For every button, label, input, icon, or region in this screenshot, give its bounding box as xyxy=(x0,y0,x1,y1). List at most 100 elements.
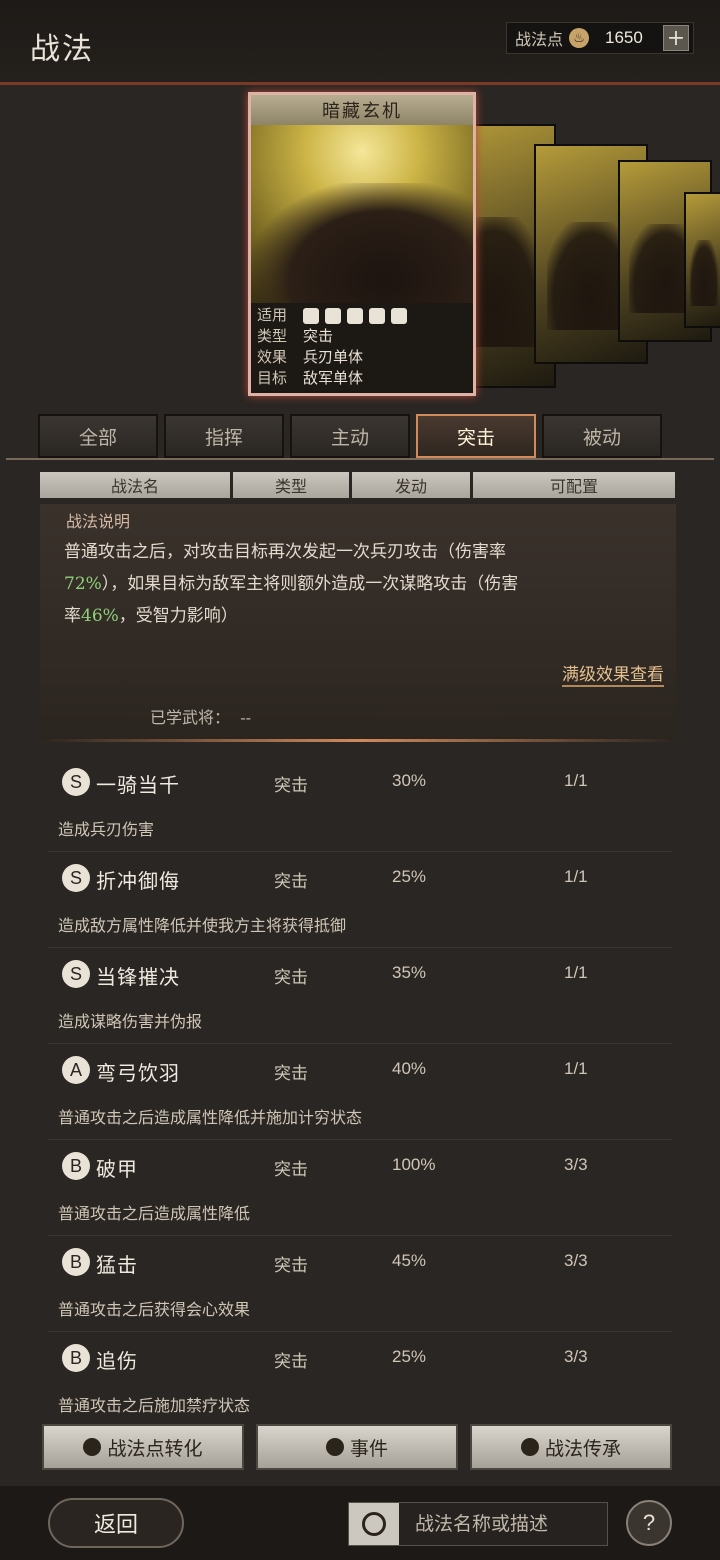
grade-badge: B xyxy=(62,1248,90,1276)
tab-bar: 全部 指挥 主动 突击 被动 xyxy=(0,414,720,462)
tab-passive[interactable]: 被动 xyxy=(542,414,662,458)
card-name: 暗藏玄机 xyxy=(251,95,473,125)
card-ghost[interactable] xyxy=(684,192,720,328)
action-buttons: 战法点转化 事件 战法传承 xyxy=(42,1424,672,1470)
tactic-rate: 35% xyxy=(392,963,427,982)
page-title: 战法 xyxy=(30,32,94,67)
tactic-type: 突击 xyxy=(274,776,308,796)
description-heading: 战法说明 xyxy=(66,512,131,531)
grade-badge: S xyxy=(62,864,90,892)
points-value: 1650 xyxy=(605,28,643,47)
list-item[interactable]: S 一骑当千 突击 30% 1/1 造成兵刃伤害 xyxy=(48,756,672,852)
card-row-key: 效果 xyxy=(257,348,288,366)
tactic-config: 3/3 xyxy=(564,1347,588,1366)
tactic-desc: 造成谋略伤害并伪报 xyxy=(58,1012,203,1031)
list-item[interactable]: B 破甲 突击 100% 3/3 普通攻击之后造成属性降低 xyxy=(48,1140,672,1236)
tactic-config: 3/3 xyxy=(564,1155,588,1174)
card-row-value: 敌军单体 xyxy=(303,369,364,387)
convert-points-button[interactable]: 战法点转化 xyxy=(42,1424,244,1470)
flame-icon: ♨ xyxy=(569,28,590,48)
tactic-rate: 25% xyxy=(392,867,427,886)
tactic-config: 1/1 xyxy=(564,771,588,790)
inherit-button[interactable]: 战法传承 xyxy=(470,1424,672,1470)
points-label: 战法点 xyxy=(515,30,564,49)
column-trigger[interactable]: 发动 xyxy=(352,472,470,498)
grade-badge: A xyxy=(62,1056,90,1084)
tactic-desc: 造成兵刃伤害 xyxy=(58,820,155,839)
tactic-type: 突击 xyxy=(274,872,308,892)
tactic-desc: 普通攻击之后施加禁疗状态 xyxy=(58,1396,251,1415)
chariot-icon xyxy=(391,307,407,324)
event-button[interactable]: 事件 xyxy=(256,1424,458,1470)
alert-icon xyxy=(325,1438,344,1456)
tactic-config: 1/1 xyxy=(564,867,588,886)
max-level-link[interactable]: 满级效果查看 xyxy=(562,660,664,687)
grade-badge: S xyxy=(62,960,90,988)
plus-icon[interactable]: + xyxy=(663,25,689,51)
tactic-config: 3/3 xyxy=(564,1251,588,1270)
tactic-name: 弯弓饮羽 xyxy=(96,1061,180,1085)
tactic-desc: 普通攻击之后造成属性降低并施加计穷状态 xyxy=(58,1108,363,1127)
card-row-key: 目标 xyxy=(257,369,288,387)
search-icon[interactable] xyxy=(349,1503,399,1545)
tactic-rate: 100% xyxy=(392,1155,436,1174)
tactic-type: 突击 xyxy=(274,968,308,988)
featured-card[interactable]: 暗藏玄机 适用 类型 突击 效果 兵刃单体 目标 敌军单体 xyxy=(248,92,476,396)
grade-badge: B xyxy=(62,1152,90,1180)
column-name[interactable]: 战法名 xyxy=(40,472,230,498)
list-item[interactable]: S 折冲御侮 突击 25% 1/1 造成敌方属性降低并使我方主将获得抵御 xyxy=(48,852,672,948)
back-button[interactable]: 返回 xyxy=(48,1498,184,1548)
panel-divider xyxy=(40,739,676,742)
tab-all[interactable]: 全部 xyxy=(38,414,158,458)
tactic-rate: 45% xyxy=(392,1251,427,1270)
card-stack[interactable]: 暗藏玄机 适用 类型 突击 效果 兵刃单体 目标 敌军单体 xyxy=(248,92,720,396)
tactic-config: 1/1 xyxy=(564,963,588,982)
list-item[interactable]: A 弯弓饮羽 突击 40% 1/1 普通攻击之后造成属性降低并施加计穷状态 xyxy=(48,1044,672,1140)
tactic-name: 折冲御侮 xyxy=(96,869,180,893)
tactic-name: 破甲 xyxy=(96,1157,138,1181)
help-button[interactable]: ? xyxy=(626,1500,672,1546)
tactic-type: 突击 xyxy=(274,1256,308,1276)
cavalry-icon xyxy=(303,307,319,324)
tactic-name: 追伤 xyxy=(96,1349,138,1373)
tactic-rate: 40% xyxy=(392,1059,427,1078)
tactic-type: 突击 xyxy=(274,1064,308,1084)
tactic-desc: 普通攻击之后获得会心效果 xyxy=(58,1300,251,1319)
column-config[interactable]: 可配置 xyxy=(473,472,675,498)
column-type[interactable]: 类型 xyxy=(233,472,349,498)
tab-active[interactable]: 主动 xyxy=(290,414,410,458)
tactic-rate: 30% xyxy=(392,771,427,790)
tactic-desc: 造成敌方属性降低并使我方主将获得抵御 xyxy=(58,916,347,935)
grade-badge: S xyxy=(62,768,90,796)
tactic-name: 猛击 xyxy=(96,1253,138,1277)
description-panel: 战法说明 普通攻击之后，对攻击目标再次发起一次兵刃攻击（伤害率 72%），如果目… xyxy=(40,504,676,742)
tactic-config: 1/1 xyxy=(564,1059,588,1078)
tab-assault[interactable]: 突击 xyxy=(416,414,536,458)
learned-generals: 已学武将： -- xyxy=(150,708,251,727)
card-row-value: 兵刃单体 xyxy=(303,348,364,366)
points-panel: 战法点 ♨ 1650 + xyxy=(506,22,694,54)
tactic-desc: 普通攻击之后造成属性降低 xyxy=(58,1204,251,1223)
tactic-rate: 25% xyxy=(392,1347,427,1366)
grade-badge: B xyxy=(62,1344,90,1372)
tab-command[interactable]: 指挥 xyxy=(164,414,284,458)
card-row-key: 类型 xyxy=(257,327,288,345)
tab-divider xyxy=(6,458,714,460)
unit-icons xyxy=(303,305,407,326)
search-box[interactable] xyxy=(348,1502,608,1546)
shield-icon xyxy=(325,307,341,324)
list-item[interactable]: S 当锋摧决 突击 35% 1/1 造成谋略伤害并伪报 xyxy=(48,948,672,1044)
card-art xyxy=(251,125,473,303)
list-item[interactable]: B 猛击 突击 45% 3/3 普通攻击之后获得会心效果 xyxy=(48,1236,672,1332)
card-row-key: 适用 xyxy=(257,306,288,324)
tactic-name: 一骑当千 xyxy=(96,773,180,797)
description-text: 普通攻击之后，对攻击目标再次发起一次兵刃攻击（伤害率 72%），如果目标为敌军主… xyxy=(64,542,519,626)
tactics-list: S 一骑当千 突击 30% 1/1 造成兵刃伤害 S 折冲御侮 突击 25% 1… xyxy=(48,756,672,1427)
search-input[interactable] xyxy=(413,1512,607,1536)
flame-icon xyxy=(83,1438,102,1456)
spear-icon xyxy=(369,307,385,324)
card-info: 适用 类型 突击 效果 兵刃单体 目标 敌军单体 xyxy=(251,303,473,391)
column-headers: 战法名 类型 发动 可配置 xyxy=(40,472,675,498)
list-item[interactable]: B 追伤 突击 25% 3/3 普通攻击之后施加禁疗状态 xyxy=(48,1332,672,1427)
tactic-name: 当锋摧决 xyxy=(96,965,180,989)
